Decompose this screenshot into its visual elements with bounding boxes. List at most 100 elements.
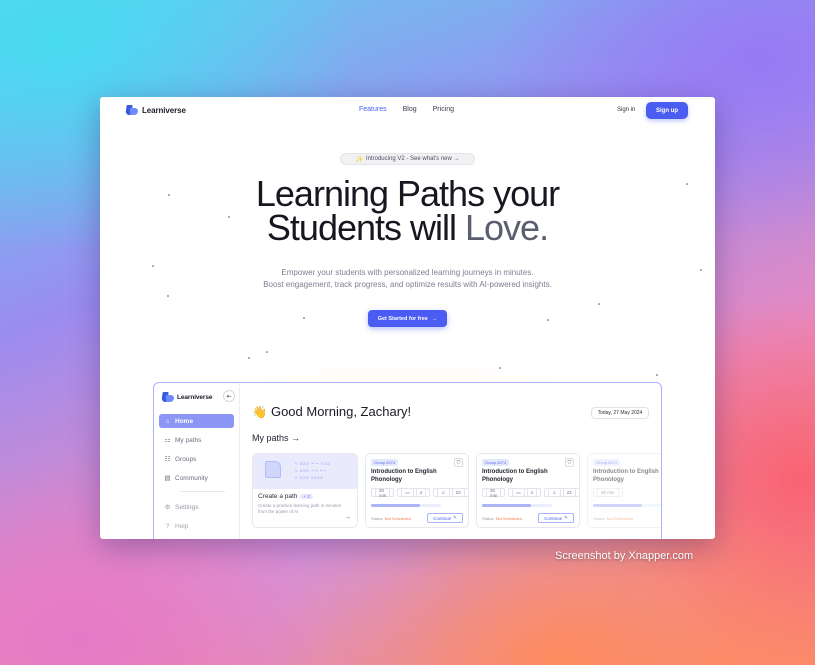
app-preview: Learniverse ⇤ ⌂ Home ⚏ My paths ☷ Groups… [153, 382, 662, 539]
sidebar-item-label: Settings [175, 503, 199, 511]
get-started-label: Get Started for free [377, 315, 428, 322]
sidebar-item-label: Help [175, 522, 189, 530]
brand-name: Learniverse [142, 105, 186, 115]
sketch-lines: ≈ ≡≡≡ ∼∼ ≈≡≡ ≈ ≡≡≡ ∼≈ ≈∼ ≈ ≡≡≡ ≡≡≡≡ [295, 461, 331, 480]
get-started-button[interactable]: Get Started for free → [368, 310, 447, 327]
create-path-badge: + 2 [300, 494, 313, 499]
hero-title: Learning Paths your Students will Love. [100, 173, 715, 246]
hero-subtitle-line1: Empower your students with personalized … [281, 268, 534, 277]
progress-bar [593, 504, 661, 507]
wave-icon: 👋 [252, 404, 267, 419]
help-icon: ? [165, 522, 170, 530]
star-dot [547, 319, 549, 321]
book-icon [265, 461, 281, 478]
group-badge: Group 8274 [371, 459, 399, 466]
continue-button[interactable]: Continue ✎ [427, 513, 463, 523]
duration-chip: 30 min [482, 488, 506, 498]
path-title: Introduction to English Phonology [482, 469, 548, 483]
sidebar-item-label: My paths [175, 436, 202, 444]
create-path-card[interactable]: ≈ ≡≡≡ ∼∼ ≈≡≡ ≈ ≡≡≡ ∼≈ ≈∼ ≈ ≡≡≡ ≡≡≡≡ Crea… [252, 453, 358, 528]
arrow-right-icon: → [431, 315, 438, 322]
lessons-chip: ▭ 4 [397, 488, 431, 497]
star-dot [167, 295, 169, 297]
sidebar-item-label: Groups [175, 455, 197, 463]
sidebar-divider [181, 491, 225, 492]
home-icon: ⌂ [165, 417, 170, 425]
path-title: Introduction to English Phonology [371, 469, 437, 483]
nav-links: Features Blog Pricing [359, 106, 454, 113]
lessons-icon: ▭ [512, 488, 525, 497]
hero-subtitle: Empower your students with personalized … [100, 267, 715, 291]
my-paths-heading[interactable]: My paths → [252, 433, 300, 443]
sidebar-item-settings[interactable]: ⚙ Settings [159, 500, 234, 514]
arrow-right-icon[interactable]: → [344, 514, 351, 521]
star-dot [656, 374, 658, 376]
star-dot [499, 367, 501, 369]
continue-button[interactable]: Continue ✎ [538, 513, 574, 523]
duration-chip: 30 min [371, 488, 395, 498]
sidebar-item-home[interactable]: ⌂ Home [159, 414, 234, 428]
lessons-chip: ▭ 4 [508, 488, 542, 497]
hero-title-line1: Learning Paths your [255, 173, 560, 214]
edit-icon: ✎ [453, 515, 457, 520]
announcement-text: Introducing V2 - See what's new → [365, 156, 460, 162]
bookmark-icon[interactable]: ⛉ [565, 458, 574, 467]
screenshot-credit: Screenshot by Xnapper.com [555, 550, 694, 562]
hero-title-line2-start: Students will [266, 207, 466, 248]
star-dot [303, 317, 305, 319]
sidebar-item-help[interactable]: ? Help [159, 519, 234, 533]
path-card[interactable]: Group 8274 Introduction to English Phono… [587, 453, 661, 528]
star-dot [598, 303, 600, 305]
sidebar-item-community[interactable]: ▤ Community [159, 471, 234, 485]
progress-fill [371, 504, 420, 507]
sidebar-item-my-paths[interactable]: ⚏ My paths [159, 433, 234, 447]
students-icon: ☺ [548, 488, 561, 497]
students-icon: ☺ [437, 488, 450, 497]
path-meta: 30 min [593, 488, 623, 497]
logo-icon [161, 392, 174, 402]
nav-link-pricing[interactable]: Pricing [433, 106, 454, 113]
hero-title-highlight: Love. [465, 207, 549, 248]
signin-link[interactable]: Sign in [617, 107, 635, 113]
nav-link-features[interactable]: Features [359, 106, 387, 113]
greeting-text: Good Morning, Zachary! [270, 404, 412, 419]
create-path-desc: Create a practice learning path in minut… [258, 503, 342, 514]
sidebar-item-groups[interactable]: ☷ Groups [159, 452, 234, 466]
announcement-pill[interactable]: ✨ Introducing V2 - See what's new → [340, 153, 475, 165]
sparkle-icon: ✨ [355, 156, 363, 163]
sidebar-item-label: Community [175, 474, 208, 482]
students-chip: ☺ 23 [544, 488, 579, 497]
duration-chip: 30 min [593, 488, 623, 497]
nav-link-blog[interactable]: Blog [403, 106, 417, 113]
hero-title-line2: Students will Love. [100, 210, 715, 246]
students-chip: ☺ 23 [433, 488, 468, 497]
progress-fill [593, 504, 642, 507]
bookmark-icon[interactable]: ⛉ [454, 458, 463, 467]
path-card[interactable]: Group 8274 ⛉ Introduction to English Pho… [476, 453, 580, 528]
progress-bar [371, 504, 441, 507]
path-title: Introduction to English Phonology [593, 469, 659, 483]
create-path-title: Create a path + 2 [258, 493, 313, 500]
hero-subtitle-line2: Boost engagement, track progress, and op… [263, 280, 552, 289]
brand-logo[interactable]: Learniverse [125, 105, 186, 115]
collapse-sidebar-button[interactable]: ⇤ [223, 390, 235, 402]
path-status: Status: Not Scheduled [593, 516, 633, 521]
app-brand: Learniverse [161, 392, 213, 402]
browser-window: Learniverse Features Blog Pricing Sign i… [100, 97, 715, 539]
app-sidebar: Learniverse ⇤ ⌂ Home ⚏ My paths ☷ Groups… [154, 383, 240, 539]
path-card[interactable]: Group 8274 ⛉ Introduction to English Pho… [365, 453, 469, 528]
edit-icon: ✎ [564, 515, 568, 520]
path-status: Status: Not Scheduled [482, 516, 522, 521]
star-dot [266, 351, 268, 353]
app-main: 👋 Good Morning, Zachary! Today, 27 May 2… [240, 383, 661, 539]
group-badge: Group 8274 [593, 459, 621, 466]
lessons-icon: ▭ [401, 488, 414, 497]
date-badge: Today, 27 May 2024 [591, 407, 649, 419]
top-nav: Learniverse Features Blog Pricing Sign i… [100, 97, 715, 125]
create-path-illustration: ≈ ≡≡≡ ∼∼ ≈≡≡ ≈ ≡≡≡ ∼≈ ≈∼ ≈ ≡≡≡ ≡≡≡≡ [253, 454, 357, 489]
signup-button[interactable]: Sign up [646, 102, 688, 119]
star-dot [248, 357, 250, 359]
gear-icon: ⚙ [164, 504, 171, 511]
group-badge: Group 8274 [482, 459, 510, 466]
progress-bar [482, 504, 552, 507]
